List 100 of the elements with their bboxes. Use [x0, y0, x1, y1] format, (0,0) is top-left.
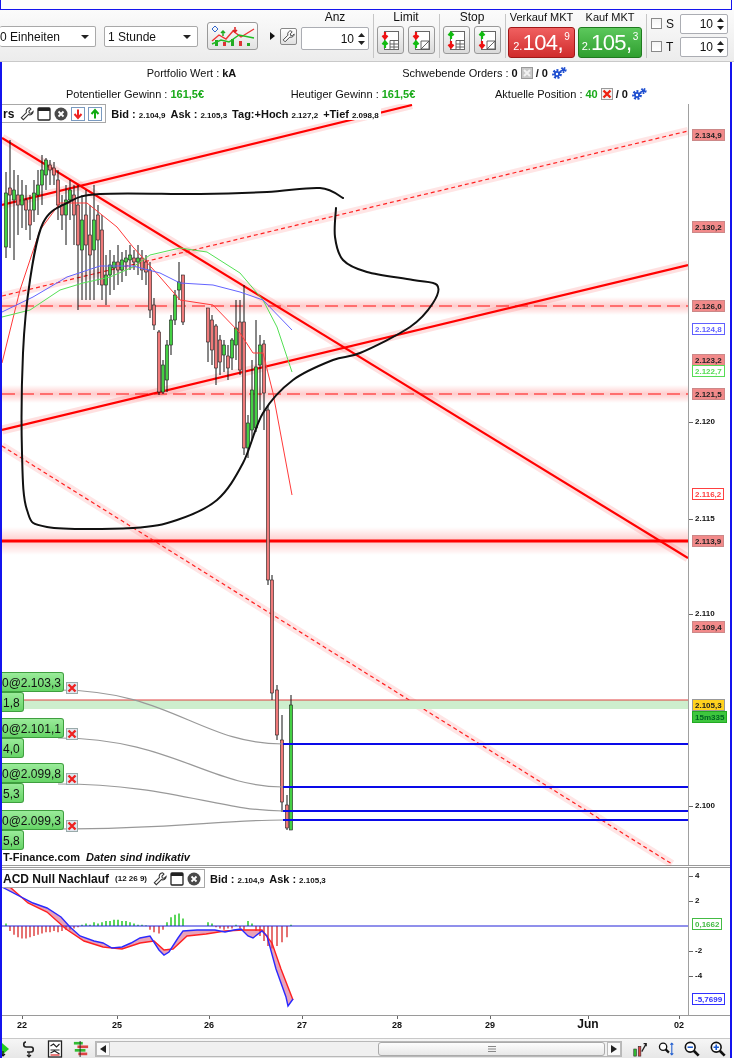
indicator-value-tag: 2.116,2	[692, 488, 725, 500]
curved-arrow-icon[interactable]	[21, 1040, 37, 1058]
price-line-tag: 2.130,2	[692, 221, 725, 233]
arrows-table-icon	[446, 29, 467, 51]
spin-arrows-icon[interactable]	[717, 17, 724, 30]
window-icon[interactable]	[37, 106, 52, 121]
stop-order-button[interactable]	[474, 26, 501, 54]
quote-label: Ask :	[170, 107, 198, 120]
gears-icon[interactable]	[630, 86, 647, 101]
limit-order-button[interactable]	[377, 26, 404, 54]
wrench-button[interactable]	[280, 28, 297, 45]
x-mark-icon[interactable]	[600, 87, 613, 100]
axis-tick-label: 2.120	[695, 416, 716, 428]
checkbox-label: S	[666, 16, 675, 31]
quote-value: 2.105,3	[200, 110, 228, 120]
order-value-label[interactable]: 5,8	[2, 830, 24, 850]
zoom-vertical-icon[interactable]	[658, 1040, 674, 1058]
scroll-left-button[interactable]	[96, 1042, 110, 1056]
order-label[interactable]: 0@2.101,1	[2, 718, 64, 738]
indicator-value-tag: 0,1662	[692, 918, 723, 930]
price-line-tag: 2.134,9	[692, 129, 725, 141]
info-label: Aktuelle Position :	[495, 87, 583, 100]
profit-value: 161,5€	[170, 87, 205, 100]
wrench-icon[interactable]	[20, 106, 35, 121]
limit-order-button[interactable]	[408, 26, 435, 54]
delete-icon[interactable]	[65, 682, 78, 694]
date-label: 26	[204, 1020, 214, 1030]
info-label: Schwebende Orders :	[402, 66, 509, 79]
info-label: Heutiger Gewinn :	[290, 87, 379, 100]
order-value-label[interactable]: 4,0	[2, 738, 24, 758]
checkbox[interactable]	[651, 18, 662, 29]
countdown-tag: 15m335	[692, 711, 728, 723]
zoom-in-icon[interactable]	[710, 1040, 726, 1058]
order-label[interactable]: 0@2.103,3	[2, 672, 64, 692]
source-label: T-Finance.com	[3, 851, 81, 863]
arrow-up-icon[interactable]	[88, 106, 103, 121]
order-value-label[interactable]: 1,8	[2, 692, 24, 712]
spin-arrows-icon[interactable]	[358, 32, 365, 45]
checkbox[interactable]	[651, 41, 662, 52]
number-field[interactable]: 10	[680, 36, 728, 57]
units-dropdown[interactable]: 0 Einheiten	[0, 26, 96, 47]
buy-label: Kauf MKT	[585, 10, 635, 25]
scrollbar-thumb[interactable]	[378, 1042, 605, 1056]
info-label: Portfolio Wert :	[146, 66, 220, 79]
wrench-icon[interactable]	[153, 871, 168, 886]
caret-left-icon	[100, 1045, 106, 1053]
order-label[interactable]: 0@2.099,3	[2, 810, 64, 830]
triangle-right-icon[interactable]	[270, 32, 275, 40]
chart-arrows-icon[interactable]	[632, 1040, 648, 1058]
gears-icon[interactable]	[550, 65, 567, 80]
grip-icon[interactable]	[487, 1046, 496, 1052]
horizontal-scrollbar[interactable]	[95, 1041, 622, 1057]
chart-document-icon[interactable]	[47, 1040, 63, 1058]
delete-icon[interactable]	[65, 773, 78, 785]
limit-label: Limit	[393, 10, 419, 25]
date-label: 25	[112, 1020, 122, 1030]
x-square-icon[interactable]	[520, 66, 533, 79]
arrows-slash-icon	[477, 29, 498, 51]
sell-label: Verkauf MKT	[509, 10, 574, 25]
quantity-field[interactable]: 10	[301, 27, 369, 50]
quote-value: 2.127,2	[291, 110, 319, 120]
price-line-tag: 2.121,5	[692, 388, 725, 400]
price-line-tag: 2.126,0	[692, 300, 725, 312]
month-label: Jun	[577, 1017, 599, 1031]
window-icon[interactable]	[170, 871, 185, 886]
scroll-right-button[interactable]	[607, 1042, 621, 1056]
price-line-tag: 2.113,9	[692, 535, 725, 547]
date-label: 02	[674, 1020, 684, 1030]
delete-icon[interactable]	[65, 728, 78, 740]
arrows-table-icon	[380, 29, 401, 51]
delete-icon[interactable]	[65, 820, 78, 832]
price-line-tag: 2.109,4	[692, 621, 725, 633]
quote-value: 2.104,9	[237, 875, 265, 885]
indicator-value-tag: 2.124,8	[692, 323, 725, 335]
order-value-label[interactable]: 5,3	[2, 783, 24, 803]
close-icon[interactable]	[187, 871, 202, 886]
indicator-button[interactable]	[207, 22, 258, 50]
order-label[interactable]: 0@2.099,8	[2, 763, 64, 783]
arrow-down-icon[interactable]	[71, 106, 86, 121]
quote-label: Bid :	[210, 872, 235, 885]
bar-list-icon[interactable]	[73, 1040, 89, 1058]
play-icon[interactable]	[2, 1040, 11, 1058]
quote-label: +Tief	[323, 107, 349, 120]
indicator-title: rs	[3, 106, 15, 121]
axis-tick-label: 4	[695, 870, 700, 882]
zoom-out-icon[interactable]	[684, 1040, 700, 1058]
number-field[interactable]: 10	[680, 13, 728, 34]
checkbox-label: T	[666, 39, 675, 54]
stop-order-button[interactable]	[443, 26, 470, 54]
quote-value: 2.104,9	[138, 110, 166, 120]
quote-value: 2.098,8	[351, 110, 379, 120]
interval-dropdown[interactable]: 1 Stunde	[104, 26, 198, 47]
arrows-slash-icon	[411, 29, 432, 51]
quote-label: Tag:+Hoch	[232, 107, 289, 120]
caret-down-icon	[183, 34, 191, 39]
indicator-value-tag: -5,7699	[692, 993, 726, 1005]
profit-value: 161,5€	[381, 87, 416, 100]
position-value: 40	[585, 87, 598, 100]
spin-arrows-icon[interactable]	[717, 40, 724, 53]
close-icon[interactable]	[54, 106, 69, 121]
